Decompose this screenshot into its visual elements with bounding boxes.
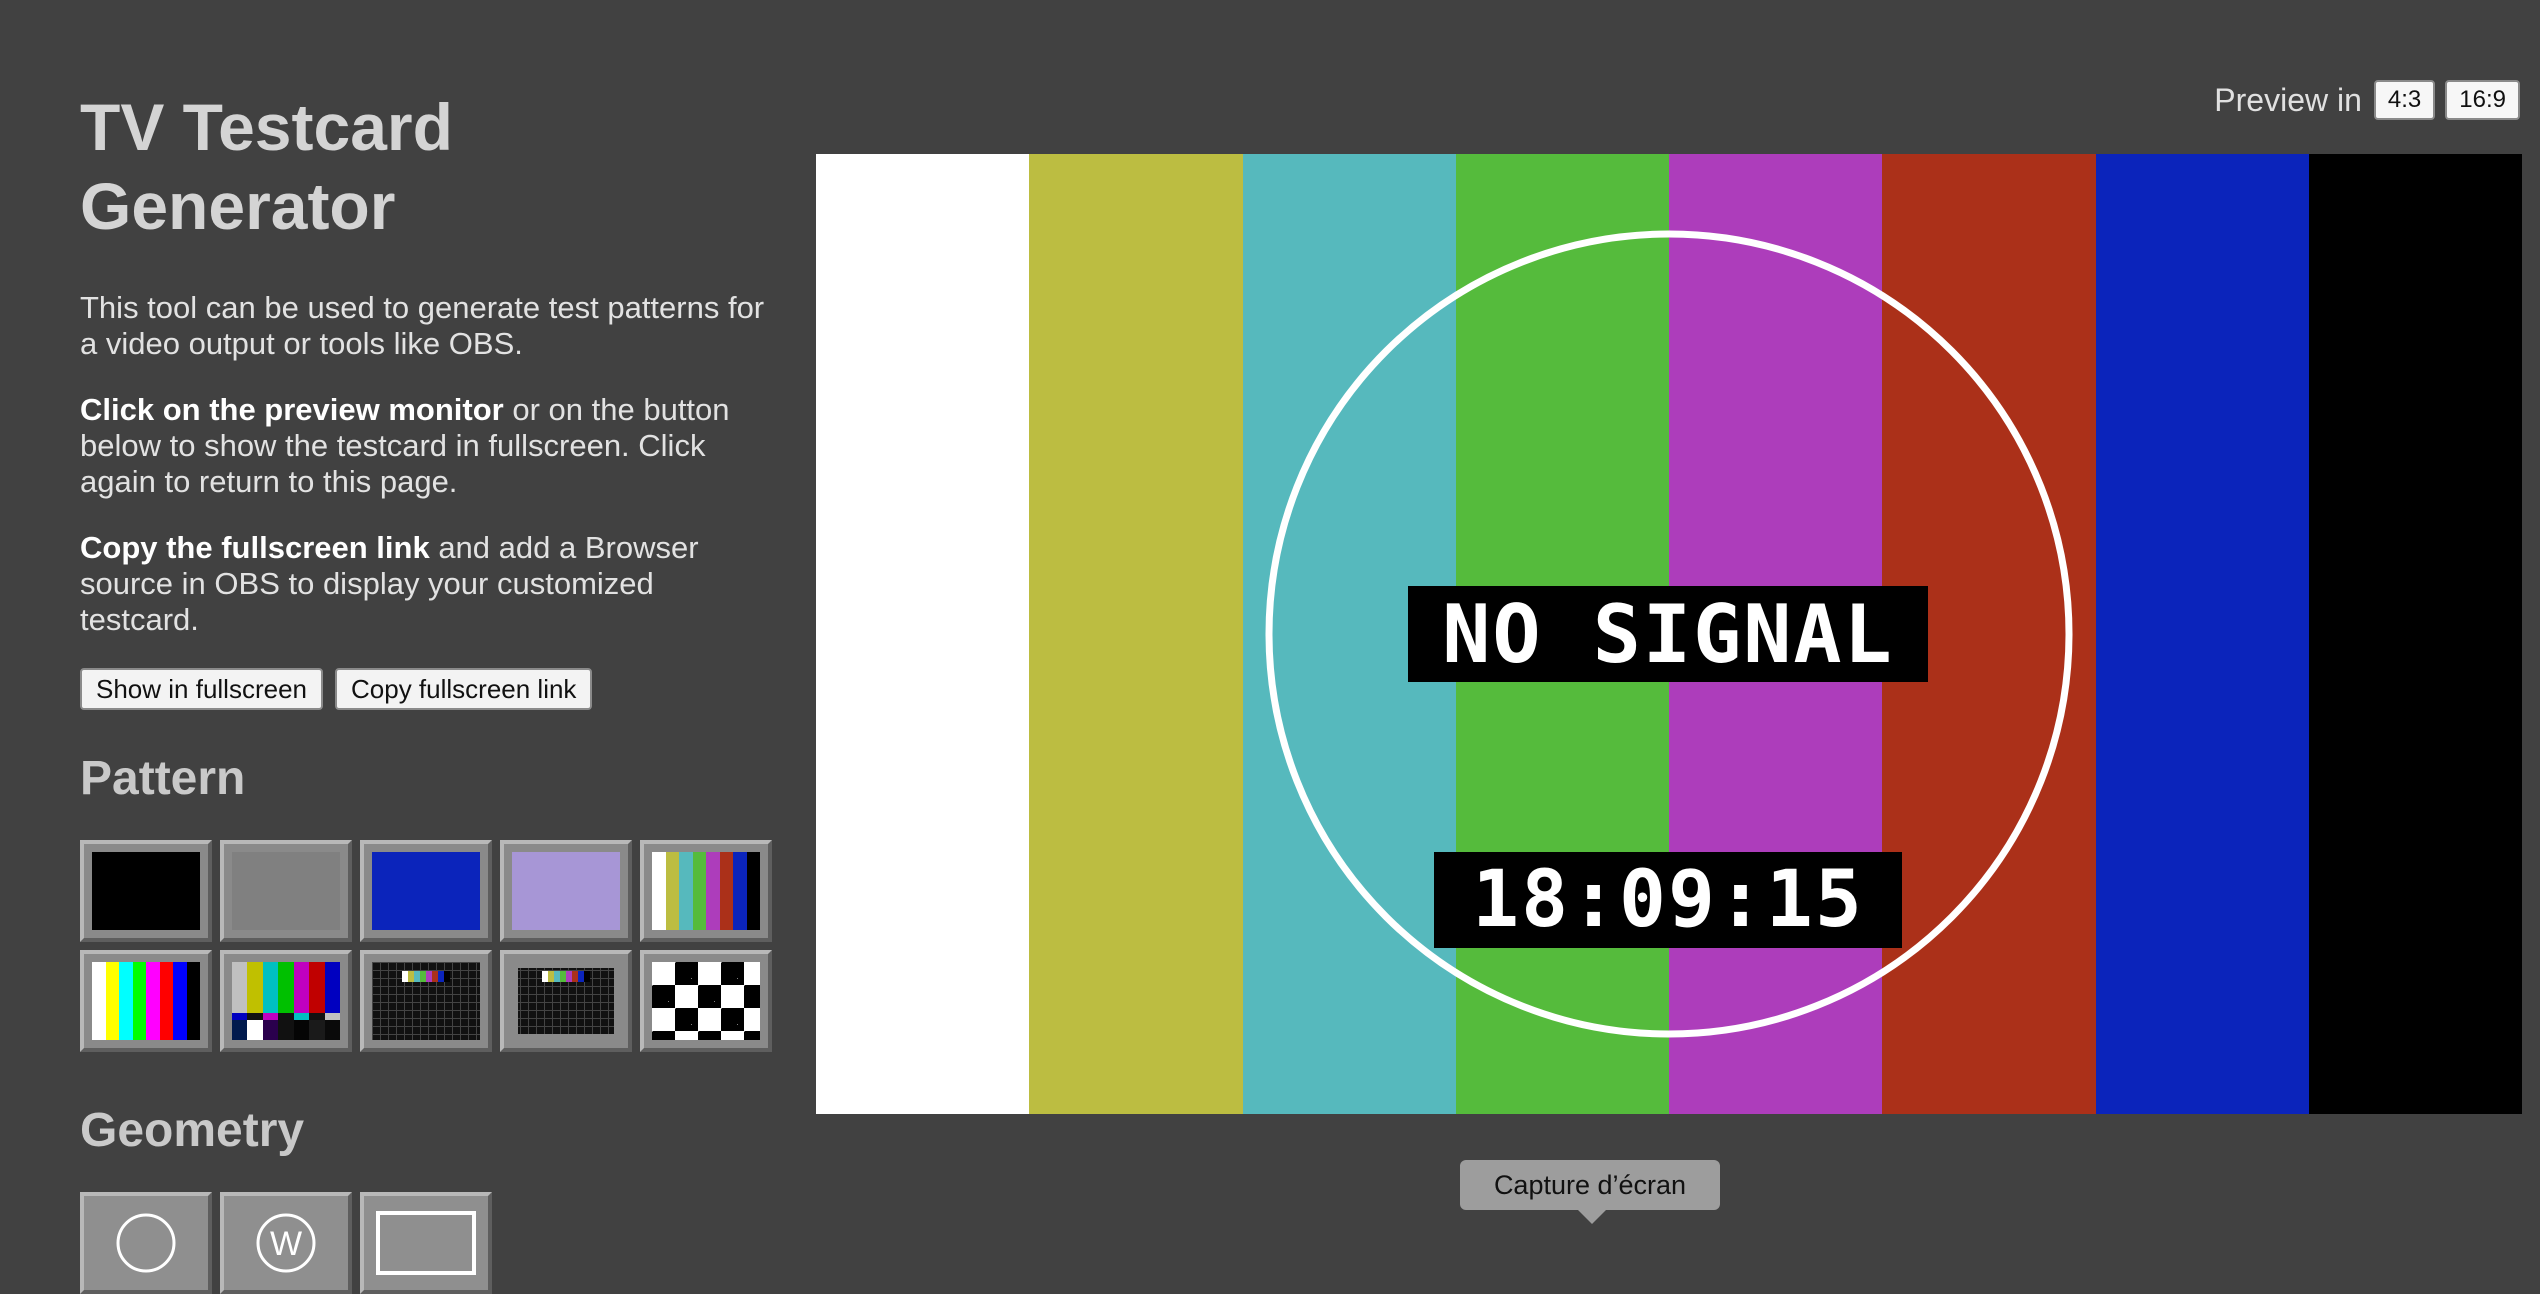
geometry-grid: W (80, 1191, 770, 1294)
pattern-preview (652, 961, 760, 1040)
blue-pattern[interactable] (360, 839, 492, 942)
lavender-pattern[interactable] (500, 839, 632, 942)
pattern-preview (92, 851, 200, 930)
click-instructions-strong: Click on the preview monitor (80, 392, 504, 428)
bars-preview (402, 971, 450, 983)
w-letter: W (270, 1225, 302, 1263)
intro-text: This tool can be used to generate test p… (80, 290, 765, 362)
dark-grid-pattern[interactable] (360, 949, 492, 1052)
circle-geometry[interactable] (80, 1191, 212, 1294)
w-logo-geometry[interactable]: W (220, 1191, 352, 1294)
bar (746, 851, 760, 930)
pattern-preview (232, 851, 340, 930)
bar (652, 851, 666, 930)
black-pattern[interactable] (80, 839, 212, 942)
bars-row (232, 961, 340, 1014)
action-buttons: Show in fullscreen Copy fullscreen link (80, 668, 770, 711)
bars-preview (92, 961, 200, 1040)
tooltip-arrow (1578, 1210, 1606, 1224)
bar (146, 961, 160, 1040)
pattern-preview (512, 961, 620, 1040)
bar (159, 961, 173, 1040)
bar (262, 961, 279, 1014)
bar (173, 961, 187, 1040)
pattern-preview (512, 851, 620, 930)
bar (665, 851, 679, 930)
bars-preview (652, 851, 760, 930)
bars-preview (542, 971, 590, 983)
bar (733, 851, 747, 930)
bar (443, 971, 450, 983)
copy-fullscreen-link-button[interactable]: Copy fullscreen link (335, 668, 593, 711)
click-instructions: Click on the preview monitor or on the b… (80, 392, 770, 500)
dark-grid-framed-pattern[interactable] (500, 949, 632, 1052)
preview-16-9-button[interactable]: 16:9 (2445, 80, 2520, 120)
pattern-preview (372, 961, 480, 1040)
screenshot-tooltip: Capture d’écran (1460, 1160, 1720, 1210)
circle-icon (116, 1213, 176, 1273)
bright-color-bars-pattern[interactable] (80, 949, 212, 1052)
preview-label: Preview in (2214, 81, 2362, 118)
bar (293, 961, 310, 1014)
bar (132, 961, 146, 1040)
copy-instructions-strong: Copy the fullscreen link (80, 530, 430, 566)
sidebar: TV Testcard Generator This tool can be u… (80, 88, 772, 1294)
checkerboard-pattern[interactable] (640, 949, 772, 1052)
bar (247, 1019, 263, 1040)
bar (583, 971, 590, 983)
bar (92, 961, 106, 1040)
pattern-preview (92, 961, 200, 1040)
geometry-heading: Geometry (80, 1103, 305, 1157)
bar (692, 851, 706, 930)
bar (719, 851, 733, 930)
no-signal-label: NO SIGNAL (1408, 586, 1928, 682)
bar (232, 961, 248, 1014)
bar (679, 851, 693, 930)
bar (232, 1019, 248, 1040)
w-circle-icon: W (256, 1213, 316, 1273)
bar (309, 1019, 325, 1040)
pattern-preview (652, 851, 760, 930)
smpte-color-bars-pattern[interactable] (220, 949, 352, 1052)
bar (324, 1019, 340, 1040)
bar (278, 1019, 294, 1040)
bar (324, 961, 340, 1014)
bar (105, 961, 119, 1040)
frame-geometry[interactable] (360, 1191, 492, 1294)
bar (706, 851, 720, 930)
pattern-heading: Pattern (80, 752, 246, 806)
bar (278, 961, 294, 1014)
bar (119, 961, 133, 1040)
preview-toggle: Preview in 4:3 16:9 (2214, 80, 2520, 120)
rectangle-icon (376, 1210, 476, 1275)
copy-instructions: Copy the fullscreen link and add a Brows… (80, 530, 770, 638)
bar (293, 1019, 310, 1040)
pattern-grid (80, 839, 772, 1052)
pattern-preview (232, 961, 340, 1040)
gray-pattern[interactable] (220, 839, 352, 942)
show-fullscreen-button[interactable]: Show in fullscreen (80, 668, 323, 711)
clock-display: 18:09:15 (1434, 852, 1902, 948)
bar (247, 961, 263, 1014)
pattern-preview (372, 851, 480, 930)
bars-row (232, 1019, 340, 1040)
ebu-color-bars-pattern[interactable] (640, 839, 772, 942)
bar (262, 1019, 279, 1040)
page-title: TV Testcard Generator (80, 90, 453, 244)
bar (186, 961, 200, 1040)
bar (309, 961, 325, 1014)
preview-4-3-button[interactable]: 4:3 (2373, 80, 2436, 120)
